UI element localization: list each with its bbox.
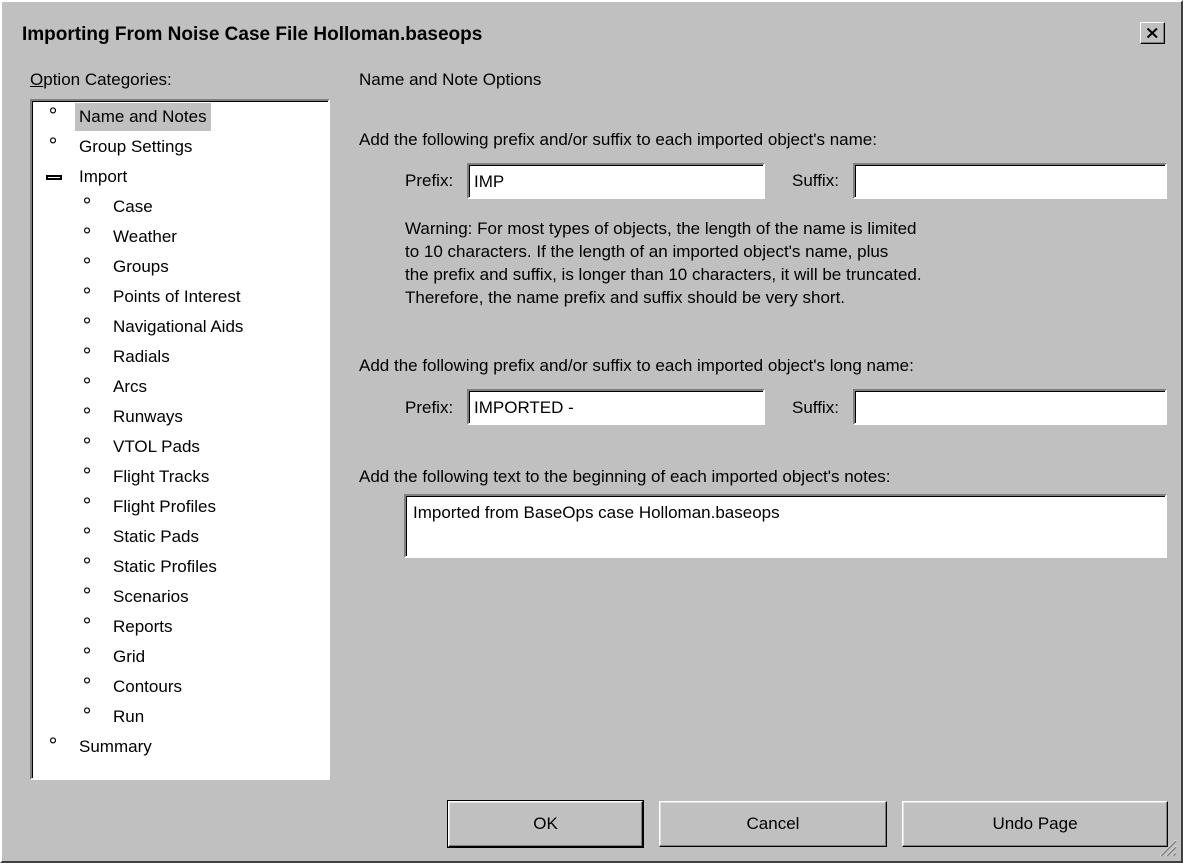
tree-item[interactable]: ° Scenarios bbox=[79, 583, 328, 611]
tree-item-label: Static Profiles bbox=[113, 557, 217, 576]
tree-item[interactable]: ° Name and Notes bbox=[45, 103, 328, 131]
cancel-button[interactable]: Cancel bbox=[659, 801, 887, 847]
page-heading: Name and Note Options bbox=[359, 70, 542, 89]
tree-item[interactable]: ° VTOL Pads bbox=[79, 433, 328, 461]
notes-instruction: Add the following text to the beginning … bbox=[359, 467, 891, 486]
bullet-icon: ° bbox=[48, 103, 58, 128]
tree-item-label: Flight Profiles bbox=[113, 497, 216, 516]
bullet-icon: ° bbox=[82, 373, 92, 398]
warning-text: Warning: For most types of objects, the … bbox=[405, 217, 922, 309]
tree-item-label: Runways bbox=[113, 407, 183, 426]
tree-item[interactable]: ° Radials bbox=[79, 343, 328, 371]
tree-item-label: VTOL Pads bbox=[113, 437, 200, 456]
tree-item[interactable]: Import bbox=[45, 163, 328, 191]
bullet-icon: ° bbox=[82, 223, 92, 248]
long-name-prefix-input[interactable]: IMPORTED - bbox=[467, 389, 765, 425]
tree-item-label: Flight Tracks bbox=[113, 467, 210, 486]
bullet-icon: ° bbox=[82, 343, 92, 368]
tree-item[interactable]: ° Reports bbox=[79, 613, 328, 641]
tree-item[interactable]: ° Case bbox=[79, 193, 328, 221]
tree-item-label: Grid bbox=[113, 647, 146, 666]
tree-item-label: Run bbox=[113, 707, 145, 726]
tree-item[interactable]: ° Flight Profiles bbox=[79, 493, 328, 521]
tree-item-label: Scenarios bbox=[113, 587, 189, 606]
bullet-icon: ° bbox=[82, 643, 92, 668]
bullet-icon: ° bbox=[82, 283, 92, 308]
window-title: Importing From Noise Case File Holloman.… bbox=[22, 24, 483, 45]
tree-item-label: Summary bbox=[79, 737, 152, 756]
tree-item[interactable]: ° Group Settings bbox=[45, 133, 328, 161]
tree-item[interactable]: ° Run bbox=[79, 703, 328, 731]
tree-item[interactable]: ° Runways bbox=[79, 403, 328, 431]
warning-line: Warning: For most types of objects, the … bbox=[405, 219, 917, 238]
bullet-icon: ° bbox=[82, 703, 92, 728]
bullet-icon: ° bbox=[82, 193, 92, 218]
tree-item[interactable]: ° Grid bbox=[79, 643, 328, 671]
notes-textarea[interactable]: Imported from BaseOps case Holloman.base… bbox=[404, 494, 1167, 558]
bullet-icon: ° bbox=[82, 433, 92, 458]
tree-item[interactable]: ° Static Pads bbox=[79, 523, 328, 551]
tree-item-label: Reports bbox=[113, 617, 173, 636]
bullet-icon: ° bbox=[82, 403, 92, 428]
name-suffix-input[interactable] bbox=[853, 163, 1167, 199]
bullet-icon: ° bbox=[82, 583, 92, 608]
tree-item-label: Groups bbox=[113, 257, 169, 276]
name-prefix-input[interactable]: IMP bbox=[467, 163, 765, 199]
name-instruction: Add the following prefix and/or suffix t… bbox=[359, 130, 877, 149]
tree-item-label: Case bbox=[113, 197, 153, 216]
name-suffix-label: Suffix: bbox=[792, 171, 839, 190]
close-button[interactable] bbox=[1140, 22, 1165, 44]
ok-button[interactable]: OK bbox=[447, 800, 644, 848]
tree-item-label: Static Pads bbox=[113, 527, 199, 546]
bullet-icon: ° bbox=[82, 613, 92, 638]
long-name-instruction: Add the following prefix and/or suffix t… bbox=[359, 356, 914, 375]
tree-item[interactable]: ° Summary bbox=[45, 733, 328, 761]
collapse-icon[interactable] bbox=[46, 175, 62, 180]
tree-item[interactable]: ° Contours bbox=[79, 673, 328, 701]
tree-item-label: Contours bbox=[113, 677, 182, 696]
warning-line: Therefore, the name prefix and suffix sh… bbox=[405, 288, 846, 307]
tree-item[interactable]: ° Navigational Aids bbox=[79, 313, 328, 341]
long-name-suffix-input[interactable] bbox=[853, 389, 1167, 425]
resize-grip-icon[interactable] bbox=[1155, 835, 1177, 857]
undo-page-button[interactable]: Undo Page bbox=[902, 801, 1168, 847]
option-categories-label: Option Categories: bbox=[30, 70, 172, 89]
bullet-icon: ° bbox=[82, 463, 92, 488]
bullet-icon: ° bbox=[48, 133, 58, 158]
bullet-icon: ° bbox=[82, 313, 92, 338]
tree-item-label: Name and Notes bbox=[75, 103, 211, 131]
import-dialog: Importing From Noise Case File Holloman.… bbox=[0, 0, 1183, 863]
tree-item-label: Points of Interest bbox=[113, 287, 241, 306]
tree-item-label: Import bbox=[79, 167, 128, 186]
tree-item[interactable]: ° Points of Interest bbox=[79, 283, 328, 311]
name-prefix-label: Prefix: bbox=[405, 171, 454, 190]
bullet-icon: ° bbox=[82, 673, 92, 698]
bullet-icon: ° bbox=[82, 553, 92, 578]
bullet-icon: ° bbox=[82, 493, 92, 518]
bullet-icon: ° bbox=[48, 733, 58, 758]
long-name-suffix-label: Suffix: bbox=[792, 398, 839, 417]
title-bar[interactable]: Importing From Noise Case File Holloman.… bbox=[4, 4, 1179, 52]
tree-item-label: Navigational Aids bbox=[113, 317, 244, 336]
tree-item-label: Arcs bbox=[113, 377, 147, 396]
tree-item[interactable]: ° Flight Tracks bbox=[79, 463, 328, 491]
option-categories-tree[interactable]: ° Name and Notes ° Group Settings Import ° Cas… bbox=[30, 99, 330, 780]
long-name-prefix-label: Prefix: bbox=[405, 398, 454, 417]
tree-item[interactable]: ° Groups bbox=[79, 253, 328, 281]
tree-item[interactable]: ° Weather bbox=[79, 223, 328, 251]
tree-item-label: Weather bbox=[113, 227, 177, 246]
warning-line: to 10 characters. If the length of an im… bbox=[405, 242, 889, 261]
tree-item[interactable]: ° Arcs bbox=[79, 373, 328, 401]
close-icon bbox=[1147, 28, 1158, 38]
tree-item[interactable]: ° Static Profiles bbox=[79, 553, 328, 581]
bullet-icon: ° bbox=[82, 523, 92, 548]
tree-item-label: Radials bbox=[113, 347, 170, 366]
warning-line: the prefix and suffix, is longer than 10… bbox=[405, 265, 922, 284]
bullet-icon: ° bbox=[82, 253, 92, 278]
tree-item-label: Group Settings bbox=[79, 137, 193, 156]
